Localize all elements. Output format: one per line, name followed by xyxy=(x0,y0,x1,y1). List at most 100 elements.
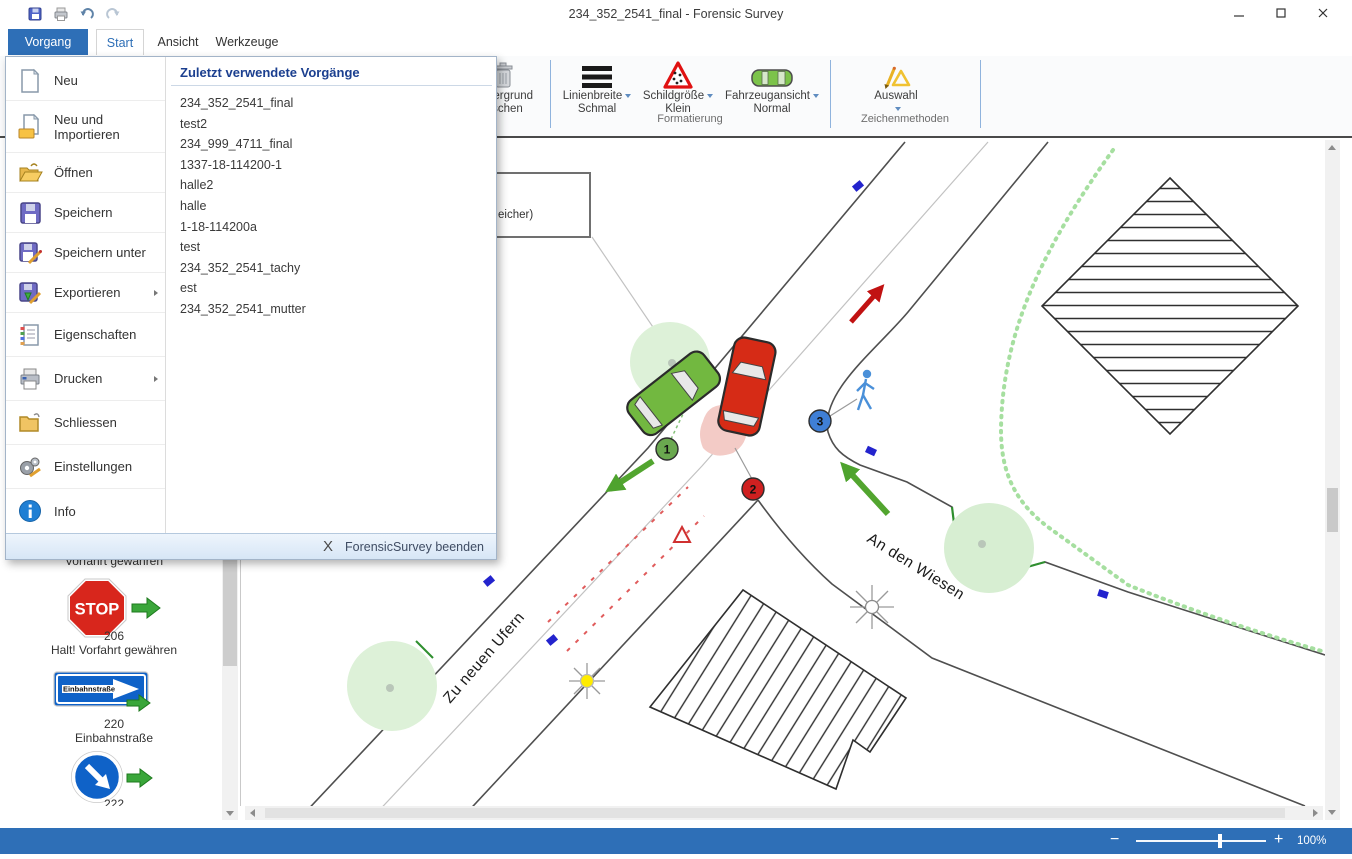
menu-item-speichern-unter[interactable]: Speichern unter xyxy=(6,233,165,273)
marker-1[interactable]: 1 xyxy=(656,438,678,460)
sidebar-scrollbar-thumb[interactable] xyxy=(223,558,237,666)
open-folder-icon xyxy=(17,160,43,186)
zoom-out-button[interactable]: − xyxy=(1110,831,1119,849)
recent-file[interactable]: 1-18-114200a xyxy=(180,217,483,238)
recent-file[interactable]: test xyxy=(180,237,483,258)
menu-item-exportieren[interactable]: Exportieren xyxy=(6,273,165,313)
maximize-button[interactable] xyxy=(1260,0,1302,26)
scroll-up-icon[interactable] xyxy=(1328,145,1336,150)
selection-pen-icon xyxy=(880,63,912,90)
building-hatched[interactable] xyxy=(650,590,906,789)
vertical-scrollbar-thumb[interactable] xyxy=(1327,488,1338,532)
svg-text:1: 1 xyxy=(664,443,671,457)
scroll-down-icon[interactable] xyxy=(1328,810,1336,815)
group-label-zeichenmethoden: Zeichenmethoden xyxy=(830,113,980,125)
menu-item-eigenschaften[interactable]: Eigenschaften xyxy=(6,313,165,357)
tab-ansicht[interactable]: Ansicht xyxy=(152,29,204,55)
sign-size-button[interactable]: Schildgröße Klein xyxy=(634,58,722,116)
zoom-level-label: 100% xyxy=(1297,835,1326,847)
zoom-in-button[interactable]: + xyxy=(1274,831,1283,849)
recent-file[interactable]: halle2 xyxy=(180,175,483,196)
menu-item-info[interactable]: Info xyxy=(6,489,165,533)
street-lamp-yellow[interactable] xyxy=(569,663,605,699)
pedestrian-figure[interactable] xyxy=(857,370,874,410)
menu-item-einstellungen[interactable]: Einstellungen xyxy=(6,445,165,489)
skid-marks[interactable] xyxy=(548,487,704,651)
group-label-formatierung: Formatierung xyxy=(550,113,830,125)
warning-triangle-icon xyxy=(662,60,694,90)
menu-item-speichern[interactable]: Speichern xyxy=(6,193,165,233)
marker-leader-2 xyxy=(735,448,752,479)
new-import-icon xyxy=(17,114,43,140)
one-way-sign[interactable]: Einbahnstraße xyxy=(53,671,165,715)
recent-file[interactable]: 234_352_2541_mutter xyxy=(180,299,483,320)
horizontal-scrollbar-thumb[interactable] xyxy=(265,808,1285,818)
export-icon xyxy=(17,280,43,306)
maximize-icon xyxy=(1276,8,1286,18)
vertical-scrollbar[interactable] xyxy=(1325,140,1340,820)
minimize-button[interactable] xyxy=(1218,0,1260,26)
menu-item-neu[interactable]: Neu xyxy=(6,61,165,101)
sign-name: Halt! Vorfahrt gewähren xyxy=(6,643,222,657)
horizontal-scrollbar[interactable] xyxy=(245,806,1323,820)
close-icon xyxy=(1318,8,1328,18)
zoom-slider-thumb[interactable] xyxy=(1218,834,1222,848)
recent-file[interactable]: 1337-18-114200-1 xyxy=(180,155,483,176)
vehicle-view-button[interactable]: Fahrzeugansicht Normal xyxy=(720,58,824,116)
forensic-survey-window: 234_352_2541_final - Forensic Survey Vor… xyxy=(0,0,1352,859)
dropdown-arrow-icon xyxy=(707,94,713,98)
tree[interactable] xyxy=(347,641,437,731)
scroll-down-icon[interactable] xyxy=(226,811,234,816)
sign-name: Einbahnstraße xyxy=(6,731,222,745)
exit-x-icon: X xyxy=(323,538,333,555)
menu-item-neu-und-importieren[interactable]: Neu und Importieren xyxy=(6,101,165,153)
yield-sign-symbol[interactable] xyxy=(674,527,690,542)
tree[interactable] xyxy=(944,503,1034,593)
sign-number: 220 xyxy=(6,717,222,731)
group-separator xyxy=(980,60,981,128)
recent-file[interactable]: halle xyxy=(180,196,483,217)
file-menu-commands: Neu Neu und Importieren Öffnen xyxy=(6,57,166,533)
menu-item-drucken[interactable]: Drucken xyxy=(6,357,165,401)
green-arrow-icon xyxy=(132,598,160,618)
recent-files-header: Zuletzt verwendete Vorgänge xyxy=(171,57,492,86)
tab-start[interactable]: Start xyxy=(96,29,144,55)
submenu-arrow-icon xyxy=(154,376,158,382)
selection-tool-button[interactable]: Auswahl xyxy=(848,58,944,116)
svg-text:2: 2 xyxy=(750,483,757,497)
zoom-slider-track[interactable] xyxy=(1136,840,1266,842)
exit-application-button[interactable]: ForensicSurvey beenden xyxy=(345,540,484,554)
info-icon xyxy=(17,498,43,524)
red-car[interactable] xyxy=(716,336,777,438)
recent-file[interactable]: 234_352_2541_tachy xyxy=(180,258,483,279)
menu-item-schliessen[interactable]: Schliessen xyxy=(6,401,165,445)
close-button[interactable] xyxy=(1302,0,1344,26)
building-diamond-hatched[interactable] xyxy=(1042,178,1298,434)
recent-file[interactable]: test2 xyxy=(180,114,483,135)
save-as-icon xyxy=(17,240,43,266)
recent-file[interactable]: est xyxy=(180,278,483,299)
marker-3[interactable]: 3 xyxy=(809,410,831,432)
tab-werkzeuge[interactable]: Werkzeuge xyxy=(212,29,282,55)
street-lamp-white[interactable] xyxy=(850,585,894,629)
tab-vorgang[interactable]: Vorgang xyxy=(8,29,88,55)
printer-icon xyxy=(17,366,43,392)
title-bar: 234_352_2541_final - Forensic Survey xyxy=(0,0,1352,28)
stop-sign-text: STOP xyxy=(75,601,120,619)
dropdown-arrow-icon xyxy=(895,107,901,111)
marker-2[interactable]: 2 xyxy=(742,478,764,500)
recent-file[interactable]: 234_999_4711_final xyxy=(180,134,483,155)
street-label-1: Zu neuen Ufern xyxy=(440,609,528,707)
ribbon-tab-row: Vorgang Start Ansicht Werkzeuge xyxy=(0,28,1352,56)
window-controls xyxy=(1218,0,1344,26)
recent-file[interactable]: 234_352_2541_final xyxy=(180,93,483,114)
menu-item-oeffnen[interactable]: Öffnen xyxy=(6,153,165,193)
car-top-icon xyxy=(750,66,794,90)
window-title: 234_352_2541_final - Forensic Survey xyxy=(0,7,1352,21)
scroll-right-icon[interactable] xyxy=(1313,809,1318,817)
red-direction-arrow-ne[interactable] xyxy=(851,288,881,322)
scroll-left-icon[interactable] xyxy=(250,809,255,817)
line-width-button[interactable]: Linienbreite Schmal xyxy=(553,58,641,116)
dropdown-arrow-icon xyxy=(625,94,631,98)
settings-gear-icon xyxy=(17,454,43,480)
